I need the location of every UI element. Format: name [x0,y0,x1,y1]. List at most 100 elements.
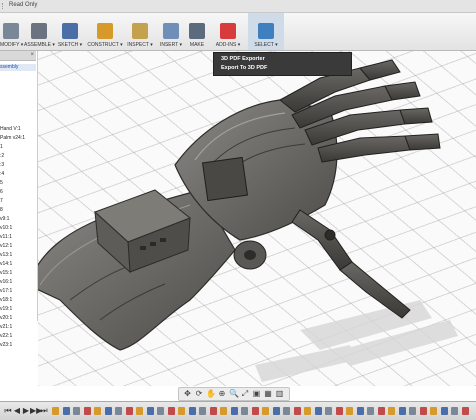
display-settings-icon[interactable]: ▣ [252,389,261,398]
timeline-feature-icon[interactable] [188,407,196,415]
timeline-feature-icon[interactable] [262,407,269,415]
browser-item[interactable]: Hand V:1 [0,126,21,132]
browser-item[interactable]: 5 [0,180,3,186]
toolbar-button-add-ins[interactable]: ADD-INS ▾ [212,13,244,50]
browser-item[interactable]: :3 [0,162,4,168]
toolbar-button-inspect[interactable]: INSPECT ▾ [126,13,154,50]
zoom-icon[interactable]: ⊕ [218,389,227,398]
timeline-feature-icon[interactable] [94,407,101,415]
browser-item[interactable]: v14:1 [0,261,12,267]
toolbar-label: CONSTRUCT ▾ [87,42,123,48]
toolbar-label: ADD-INS ▾ [215,42,241,48]
browser-item[interactable]: v13:1 [0,252,12,258]
browser-item[interactable]: v20:1 [0,315,12,321]
toolbar-button-construct[interactable]: CONSTRUCT ▾ [86,13,124,50]
timeline-bar: ⏮ ◀ ▶ ▶▶ ⏭ [0,401,476,420]
timeline-feature-icon[interactable] [293,407,301,415]
pan-icon[interactable]: ✋ [206,389,216,398]
browser-item[interactable]: v18:1 [0,297,12,303]
timeline-feature-icon[interactable] [430,407,437,415]
timeline-feature-icon[interactable] [388,407,395,415]
zoom-window-icon[interactable]: 🔍 [229,389,239,398]
timeline-feature-icon[interactable] [178,407,185,415]
browser-item[interactable]: v19:1 [0,306,12,312]
browser-item[interactable]: 7 [0,198,3,204]
timeline-control-icon[interactable]: ⏭ [39,406,49,415]
toolbar-button-make[interactable]: MAKE [186,13,208,50]
timeline-feature-icon[interactable] [283,407,290,415]
browser-item[interactable]: 6 [0,189,3,195]
grid-icon[interactable]: ▦ [264,389,273,398]
browser-item[interactable]: v23:1 [0,342,12,348]
toolbar-button-insert[interactable]: INSERT ▾ [158,13,184,50]
timeline-feature-icon[interactable] [241,407,248,415]
timeline-feature-icon[interactable] [325,407,332,415]
timeline-feature-icon[interactable] [125,407,133,415]
timeline-feature-icon[interactable] [157,407,164,415]
browser-item[interactable]: v16:1 [0,279,12,285]
timeline-feature-icon[interactable] [104,407,112,415]
timeline-feature-icon[interactable] [398,407,406,415]
timeline-feature-icon[interactable] [199,407,206,415]
timeline-feature-icon[interactable] [367,407,374,415]
toolbar-button-select[interactable]: SELECT ▾ [248,13,284,50]
fit-icon[interactable]: ⤢ [241,389,250,398]
timeline-feature-icon[interactable] [377,407,385,415]
timeline-feature-icon[interactable] [356,407,364,415]
window-title: Read Only [9,2,38,8]
timeline-feature-icon[interactable] [209,407,217,415]
timeline-feature-icon[interactable] [167,407,175,415]
timeline-feature-icon[interactable] [136,407,143,415]
timeline-feature-icon[interactable] [440,407,448,415]
toolbar-button-sketch[interactable]: SKETCH ▾ [56,13,84,50]
toolbar: MODIFY ▾ ASSEMBLE ▾ SKETCH ▾ CONSTRUCT ▾ INS… [0,13,476,51]
model-shadow [255,300,458,382]
timeline-feature-icon[interactable] [62,407,70,415]
orbit-icon[interactable]: ⟳ [195,389,204,398]
browser-panel: × ssembly Hand V:1 Palm v24:1 1 :2 :3 :4 5 6 7 8 v… [0,51,38,348]
browser-item[interactable]: v9:1 [0,216,9,222]
browser-item[interactable]: Palm v24:1 [0,135,25,141]
menu-item-export-to-3d-pdf[interactable]: Export To 3D PDF [221,65,267,71]
timeline-feature-icon[interactable] [230,407,238,415]
timeline-feature-icon[interactable] [220,407,227,415]
insert-icon [163,23,179,39]
menu-item-3d-pdf-exporter[interactable]: 3D PDF Exporter [221,56,265,62]
inspect-icon [132,23,148,39]
browser-item[interactable]: v21:1 [0,324,12,330]
browser-item[interactable]: :4 [0,171,4,177]
browser-item[interactable]: v22:1 [0,333,12,339]
timeline-feature-icon[interactable] [251,407,259,415]
timeline-feature-icon[interactable] [73,407,80,415]
timeline-feature-icon[interactable] [335,407,343,415]
browser-item[interactable]: v10:1 [0,225,12,231]
timeline-feature-icon[interactable] [115,407,122,415]
timeline-feature-icon[interactable] [272,407,280,415]
timeline-feature-icon[interactable] [146,407,154,415]
timeline-feature-icon[interactable] [461,407,469,415]
browser-item[interactable]: v12:1 [0,243,12,249]
timeline-feature-icon[interactable] [52,407,59,415]
toolbar-label: SELECT ▾ [254,42,278,48]
browser-item[interactable]: v17:1 [0,288,12,294]
browser-item[interactable]: :2 [0,153,4,159]
modify-icon [3,23,19,39]
timeline-feature-icon[interactable] [409,407,416,415]
close-icon[interactable]: × [30,52,34,58]
viewport-icon[interactable]: ▥ [275,389,284,398]
canvas-viewport[interactable] [38,51,476,386]
browser-item[interactable]: 8 [0,207,3,213]
timeline-feature-icon[interactable] [83,407,91,415]
timeline-feature-icon[interactable] [419,407,427,415]
browser-item[interactable]: 1 [0,144,3,150]
browser-item[interactable]: v15:1 [0,270,12,276]
toolbar-button-assemble[interactable]: ASSEMBLE ▾ [24,13,55,50]
timeline-feature-icon[interactable] [451,407,458,415]
timeline-feature-icon[interactable] [346,407,353,415]
timeline-feature-icon[interactable] [314,407,322,415]
assembly-node[interactable]: ssembly [0,64,36,71]
toolbar-button-modify[interactable]: MODIFY ▾ [0,13,23,50]
move-icon[interactable]: ✥ [183,389,192,398]
browser-item[interactable]: v11:1 [0,234,12,240]
timeline-feature-icon[interactable] [304,407,311,415]
